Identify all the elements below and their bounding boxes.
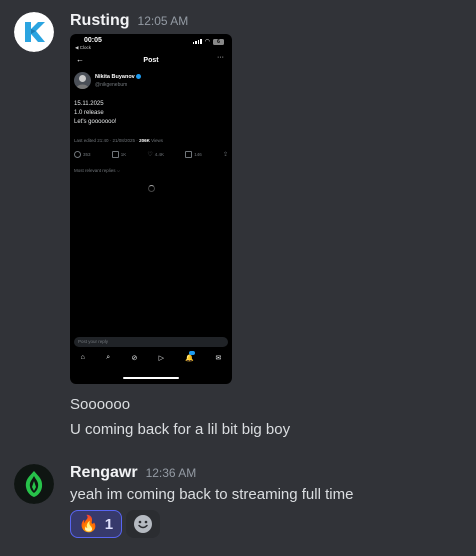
repost-action: 1K: [111, 151, 127, 158]
wifi-icon: ◠: [204, 39, 210, 45]
rusting-avatar[interactable]: [14, 12, 54, 52]
bookmark-action: 146: [185, 151, 202, 158]
post-author-avatar: [74, 72, 91, 89]
username[interactable]: Rengawr: [70, 464, 138, 482]
video-tab-icon: ▷: [158, 355, 165, 362]
username[interactable]: Rusting: [70, 12, 130, 30]
like-action: ♡ 4.4K: [147, 151, 164, 158]
post-author-handle: @nikgenebum: [95, 82, 128, 88]
message-header: Rengawr 12:36 AM: [70, 464, 196, 482]
timestamp[interactable]: 12:36 AM: [146, 466, 197, 480]
phone-nav-title: Post: [143, 57, 159, 64]
messages-tab-icon: ✉: [215, 355, 222, 362]
phone-status-icons: ◠ 6: [192, 38, 224, 45]
post-text-line: 1.0 release: [74, 110, 104, 116]
rengawr-avatar[interactable]: [14, 464, 54, 504]
notifications-tab-icon: 🔔: [185, 351, 196, 362]
rusting-avatar-logo-icon: [14, 12, 54, 52]
phone-back-app-label: ◀ Clock: [75, 45, 91, 50]
message-text: yeah im coming back to streaming full ti…: [70, 486, 354, 503]
notification-badge-icon: [189, 351, 196, 355]
add-reaction-smiley-icon: [134, 515, 152, 533]
phone-status-time: 00:05: [84, 37, 102, 44]
add-reaction-button[interactable]: [126, 510, 160, 538]
post-edited-meta: Last edited 21:40 · 21/08/2025 · 206K Vi…: [74, 138, 163, 143]
signal-icon: [192, 39, 202, 44]
post-text-line: 15.11.2025: [74, 101, 104, 107]
share-icon: ⇪: [222, 152, 228, 158]
more-icon: ···: [217, 54, 224, 61]
bookmark-icon: [185, 151, 193, 158]
home-indicator: [123, 377, 179, 379]
verified-badge-icon: [135, 74, 141, 80]
reply-icon: [74, 151, 81, 158]
reposts-count: 1K: [120, 152, 127, 157]
post-edited-text: Last edited 21:40 · 21/08/2025 ·: [74, 138, 138, 143]
likes-count: 4.4K: [154, 152, 165, 157]
message-text: Soooooo: [70, 396, 131, 413]
timestamp[interactable]: 12:05 AM: [138, 14, 189, 28]
post-author-name: Nikita Buyanov: [95, 74, 141, 80]
replies-count: 353: [83, 152, 91, 157]
message-text: U coming back for a lil bit big boy: [70, 421, 291, 438]
reply-action: 353: [74, 151, 91, 158]
relevant-replies-label: Most relevant replies ⌵: [74, 168, 121, 173]
reaction-count: 1: [104, 515, 114, 533]
reaction-fire[interactable]: 🔥 1: [70, 510, 122, 538]
fire-emoji-icon: 🔥: [78, 516, 99, 533]
loading-spinner-icon: [148, 185, 155, 192]
post-author-name-text: Nikita Buyanov: [95, 74, 135, 80]
image-attachment[interactable]: 00:05 ◀ Clock ◠ 6 ← Post ··· Nikita Buya…: [70, 34, 232, 384]
rengawr-avatar-logo-icon: [14, 464, 54, 504]
post-views-count: 206K: [139, 138, 150, 143]
post-views-label: Views: [151, 138, 164, 143]
message-header: Rusting 12:05 AM: [70, 12, 188, 30]
post-text-line: Let's gooooooo!: [74, 119, 117, 125]
post-action-bar: 353 1K ♡ 4.4K 146 ⇪: [74, 151, 228, 158]
phone-tab-bar: ⌂ ⌕ ⊘ ▷ 🔔 ✉: [70, 351, 232, 362]
post-reply-field: Post your reply: [74, 337, 228, 347]
bookmarks-count: 146: [194, 152, 202, 157]
repost-icon: [111, 151, 119, 158]
search-tab-icon: ⌕: [106, 354, 111, 361]
grok-tab-icon: ⊘: [131, 355, 138, 362]
home-tab-icon: ⌂: [80, 354, 85, 361]
heart-icon: ♡: [147, 152, 153, 158]
battery-icon: 6: [213, 38, 224, 45]
chat-channel: Rusting 12:05 AM 00:05 ◀ Clock ◠ 6 ← Pos…: [0, 0, 476, 556]
